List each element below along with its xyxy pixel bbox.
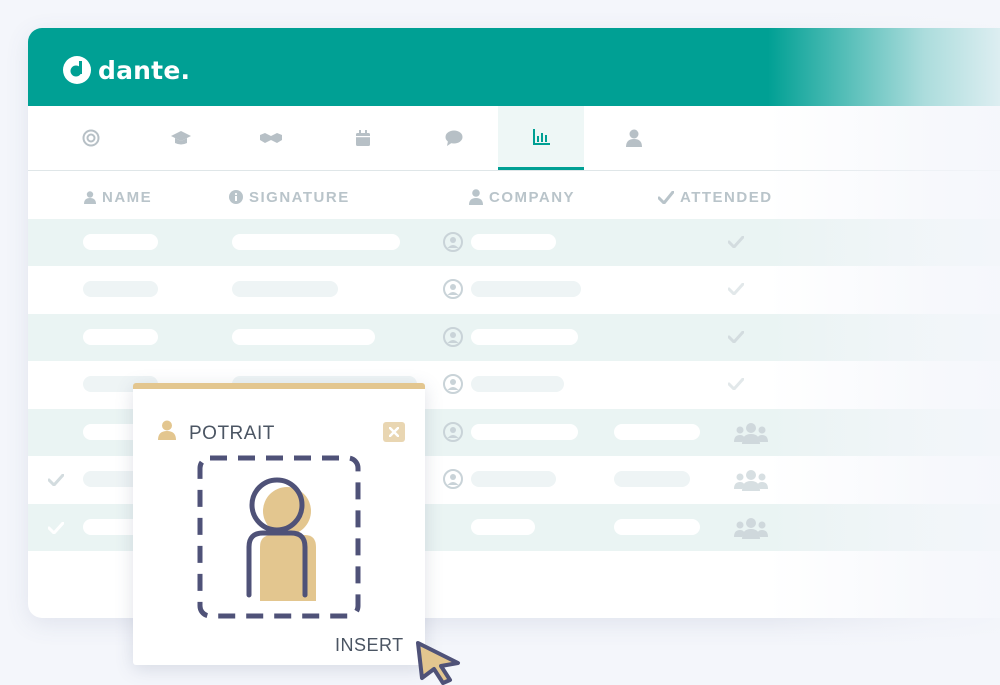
column-header-company[interactable]: COMPANY — [469, 187, 575, 207]
extra-placeholder — [614, 424, 700, 440]
tab-calendar[interactable] — [320, 106, 406, 170]
signature-placeholder — [232, 281, 338, 297]
graduation-cap-icon — [171, 131, 191, 145]
brand-logo[interactable]: dante. — [62, 55, 190, 85]
column-header-attended[interactable]: ATTENDED — [658, 187, 773, 207]
column-header-label: SIGNATURE — [249, 188, 350, 206]
table-row[interactable] — [28, 266, 1000, 313]
company-placeholder — [471, 519, 535, 535]
calendar-icon — [356, 129, 370, 146]
tab-profile[interactable] — [591, 106, 677, 170]
user-circle-icon — [443, 327, 463, 347]
group-icon — [734, 518, 768, 539]
check-icon — [728, 236, 744, 248]
tab-goals[interactable] — [48, 106, 134, 170]
extra-placeholder — [614, 471, 690, 487]
close-button[interactable] — [383, 422, 405, 442]
user-icon — [469, 189, 483, 205]
user-circle-icon — [443, 279, 463, 299]
name-placeholder — [83, 234, 158, 250]
chat-bubble-icon — [445, 130, 463, 146]
bar-chart-icon — [533, 128, 550, 145]
group-icon — [734, 423, 768, 444]
tab-reports[interactable] — [498, 106, 584, 170]
tab-training[interactable] — [138, 106, 224, 170]
cursor-arrow-icon — [416, 641, 460, 685]
tab-messages[interactable] — [411, 106, 497, 170]
dante-logo-icon — [63, 56, 91, 84]
check-icon — [728, 283, 744, 295]
company-placeholder — [471, 376, 564, 392]
table-row[interactable] — [28, 219, 1000, 266]
column-header-name[interactable]: NAME — [84, 187, 152, 207]
column-header-signature[interactable]: SIGNATURE — [229, 187, 350, 207]
user-circle-icon — [443, 469, 463, 489]
user-icon — [626, 129, 642, 147]
portrait-popup: POTRAIT INSERT — [133, 383, 425, 665]
app-header: dante. — [28, 28, 1000, 106]
column-header-label: NAME — [102, 188, 153, 206]
signature-placeholder — [232, 234, 400, 250]
check-icon — [48, 474, 64, 486]
insert-button[interactable]: INSERT — [335, 635, 404, 656]
info-icon — [229, 190, 243, 204]
check-icon — [658, 190, 674, 204]
portrait-placeholder-icon[interactable] — [197, 455, 361, 619]
name-placeholder — [83, 329, 158, 345]
company-placeholder — [471, 471, 556, 487]
user-icon — [84, 190, 96, 204]
signature-placeholder — [232, 329, 375, 345]
column-header-label: COMPANY — [489, 188, 576, 206]
check-icon — [48, 522, 64, 534]
column-header-label: ATTENDED — [680, 188, 773, 206]
user-circle-icon — [443, 374, 463, 394]
popup-title: POTRAIT — [189, 423, 275, 444]
handshake-icon — [260, 133, 282, 143]
company-placeholder — [471, 234, 556, 250]
brand-name: dante. — [98, 55, 191, 85]
close-icon — [389, 427, 399, 437]
company-placeholder — [471, 424, 578, 440]
table-row[interactable] — [28, 314, 1000, 361]
tab-bar — [28, 106, 1000, 171]
check-icon — [728, 331, 744, 343]
tab-partners[interactable] — [228, 106, 314, 170]
user-icon — [158, 420, 176, 440]
user-circle-icon — [443, 422, 463, 442]
check-icon — [728, 378, 744, 390]
user-circle-icon — [443, 232, 463, 252]
company-placeholder — [471, 281, 581, 297]
target-icon — [82, 129, 100, 147]
company-placeholder — [471, 329, 578, 345]
extra-placeholder — [614, 519, 700, 535]
name-placeholder — [83, 281, 158, 297]
group-icon — [734, 470, 768, 491]
